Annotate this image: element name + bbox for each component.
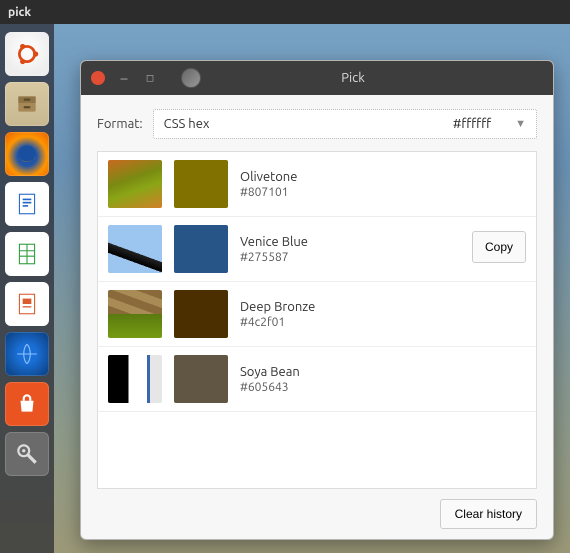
unity-launcher [0, 24, 54, 553]
drawer-icon [14, 91, 40, 117]
window-controls: – ◻ [91, 71, 157, 85]
color-code: #605643 [240, 381, 300, 394]
globe-icon [14, 341, 40, 367]
slides-icon [14, 291, 40, 317]
source-thumbnail [108, 355, 162, 403]
clear-history-button[interactable]: Clear history [440, 499, 537, 529]
launcher-calc[interactable] [5, 232, 49, 276]
window-titlebar[interactable]: – ◻ Pick [81, 61, 553, 95]
format-select[interactable]: CSS hex #ffffff ▼ [153, 109, 537, 139]
source-thumbnail [108, 290, 162, 338]
launcher-firefox[interactable] [5, 132, 49, 176]
doc-icon [14, 191, 40, 217]
history-row[interactable]: Venice Blue #275587 Copy [98, 217, 536, 282]
color-code: #275587 [240, 251, 308, 264]
color-swatch [174, 290, 228, 338]
launcher-files[interactable] [5, 82, 49, 126]
color-name: Venice Blue [240, 235, 308, 249]
color-swatch [174, 225, 228, 273]
color-code: #807101 [240, 186, 297, 199]
format-row: Format: CSS hex #ffffff ▼ [97, 109, 537, 139]
format-label: Format: [97, 117, 143, 131]
launcher-impress[interactable] [5, 282, 49, 326]
history-row[interactable]: Olivetone #807101 [98, 152, 536, 217]
format-preview: #ffffff [453, 117, 491, 131]
topbar-title: pick [8, 6, 31, 19]
color-swatch [174, 160, 228, 208]
history-row[interactable]: Deep Bronze #4c2f01 [98, 282, 536, 347]
window-content: Format: CSS hex #ffffff ▼ Olivetone #807… [81, 95, 553, 539]
ubuntu-icon [14, 41, 40, 67]
color-swatch [174, 355, 228, 403]
history-list: Olivetone #807101 Venice Blue #275587 Co… [97, 151, 537, 489]
eyedropper-button[interactable] [181, 68, 201, 88]
color-name: Olivetone [240, 170, 297, 184]
history-row[interactable]: Soya Bean #605643 [98, 347, 536, 412]
system-topbar: pick [0, 0, 570, 24]
launcher-dash[interactable] [5, 32, 49, 76]
sheet-icon [14, 241, 40, 267]
minimize-button[interactable]: – [117, 71, 131, 85]
copy-button[interactable]: Copy [472, 231, 526, 263]
source-thumbnail [108, 225, 162, 273]
launcher-writer[interactable] [5, 182, 49, 226]
firefox-icon [14, 141, 40, 167]
color-name: Soya Bean [240, 365, 300, 379]
launcher-software[interactable] [5, 382, 49, 426]
format-name: CSS hex [164, 117, 210, 131]
color-name: Deep Bronze [240, 300, 315, 314]
window-title: Pick [213, 71, 493, 85]
chevron-down-icon: ▼ [515, 118, 526, 130]
pick-window: – ◻ Pick Format: CSS hex #ffffff ▼ Olive… [80, 60, 554, 540]
color-code: #4c2f01 [240, 316, 315, 329]
launcher-settings[interactable] [5, 432, 49, 476]
store-icon [14, 391, 40, 417]
footer: Clear history [97, 489, 537, 529]
launcher-globe[interactable] [5, 332, 49, 376]
source-thumbnail [108, 160, 162, 208]
maximize-button[interactable]: ◻ [143, 71, 157, 85]
gear-wrench-icon [14, 441, 40, 467]
close-button[interactable] [91, 71, 105, 85]
